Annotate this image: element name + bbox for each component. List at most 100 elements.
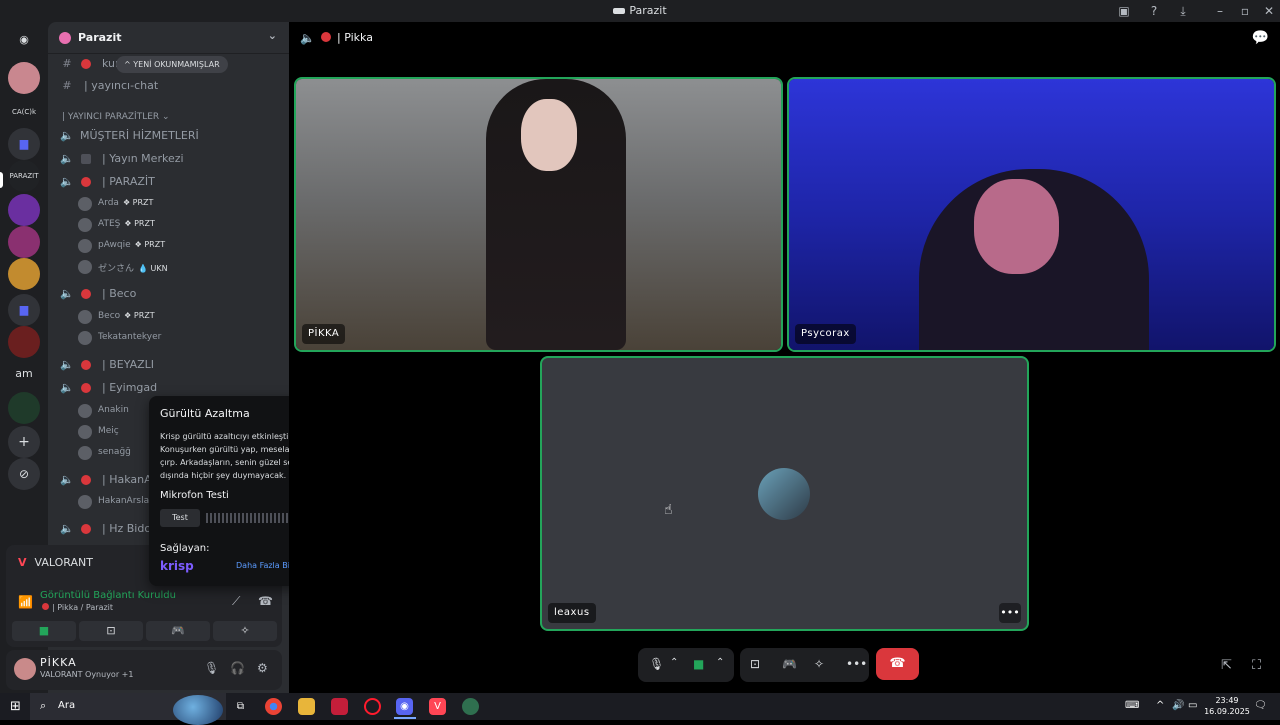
discord-icon[interactable]: ◉	[396, 698, 413, 715]
connection-channel[interactable]: | Pikka / Parazit	[42, 603, 113, 612]
close-button[interactable]: ✕	[1259, 2, 1279, 20]
server-icon[interactable]: am	[8, 358, 40, 390]
file-explorer-icon[interactable]	[298, 698, 315, 715]
discover-icon[interactable]: ⊘	[8, 458, 40, 490]
more-icon[interactable]: •••	[846, 657, 867, 671]
maximize-button[interactable]: ▫	[1235, 2, 1255, 20]
server-icon[interactable]	[8, 62, 40, 94]
video-tile-pikka[interactable]: PİKKA	[296, 79, 781, 350]
hang-up-button[interactable]: ☎	[876, 648, 919, 680]
server-icon[interactable]	[8, 258, 40, 290]
popout-icon[interactable]: ⇱	[1221, 658, 1232, 673]
noise-suppression-icon[interactable]: ⟋	[232, 594, 240, 609]
video-feed	[974, 179, 1059, 274]
window-title: Parazit	[0, 4, 1280, 17]
screen-share-icon[interactable]: ▣	[1114, 2, 1134, 20]
activity-game[interactable]: V VALORANT	[18, 556, 93, 569]
server-icon[interactable]	[8, 326, 40, 358]
keyboard-icon[interactable]: ⌨	[1125, 700, 1139, 711]
camera-icon[interactable]: ■	[693, 657, 704, 671]
network-icon[interactable]: ▭	[1188, 700, 1197, 711]
server-icon[interactable]	[8, 226, 40, 258]
opera-icon[interactable]	[364, 698, 381, 715]
voice-channel-eyimgad[interactable]: 🔈 | Eyimgad	[56, 378, 280, 398]
voice-channel-parazit[interactable]: 🔈 | PARAZİT	[56, 172, 280, 192]
search-icon: ⌕	[40, 699, 47, 712]
microphone-icon[interactable]: 🎙	[204, 661, 219, 675]
user-name[interactable]: PİKKA	[40, 656, 77, 669]
voice-user[interactable]: Tekatantekyer	[78, 329, 288, 347]
help-icon[interactable]: ?	[1144, 2, 1164, 20]
video-tile-psycorax[interactable]: Psycorax	[789, 79, 1274, 350]
server-icon[interactable]	[8, 194, 40, 226]
unread-pill[interactable]: ^ YENİ OKUNMAMIŞLAR	[116, 56, 228, 73]
voice-channel-beyazli[interactable]: 🔈 | BEYAZLI	[56, 355, 280, 375]
voice-user[interactable]: Arda ❖ PRZT	[78, 195, 288, 213]
live-dot	[321, 32, 331, 42]
app-icon[interactable]	[331, 698, 348, 715]
avatar	[78, 425, 92, 439]
popover-title: Gürültü Azaltma	[160, 407, 250, 420]
activity-button[interactable]: 🎮	[146, 621, 210, 641]
voice-channel-beco[interactable]: 🔈 | Beco	[56, 284, 280, 304]
live-dot	[81, 475, 91, 485]
hash-icon: #	[62, 79, 72, 92]
app-icon[interactable]	[462, 698, 479, 715]
camera-button[interactable]: ■	[12, 621, 76, 641]
chevron-up-icon[interactable]: ⌃	[716, 657, 724, 668]
notifications-icon[interactable]: 🗨	[1254, 700, 1267, 711]
discord-app: Parazit ▣ ? ⤓ – ▫ ✕ ◉ CA(C)k ▆ PARAZIT ▆…	[0, 0, 1280, 693]
chevron-up-icon[interactable]: ^	[1156, 700, 1164, 711]
channel-yayinci-chat[interactable]: # | yayıncı-chat	[56, 76, 280, 96]
server-icon-parazit[interactable]: PARAZIT	[8, 160, 40, 192]
speaker-icon: 🔈	[60, 152, 74, 165]
folder-icon[interactable]: ▆	[8, 294, 40, 326]
minimize-button[interactable]: –	[1210, 2, 1230, 20]
server-header[interactable]: Parazit ⌄	[48, 22, 289, 54]
voice-user[interactable]: ゼンさん 💧 UKN	[78, 258, 288, 276]
connection-status[interactable]: Görüntülü Bağlantı Kuruldu	[40, 590, 176, 601]
category-yayinci-parazitler[interactable]: | YAYINCI PARAZİTLER ⌄	[62, 112, 170, 122]
mic-test-button[interactable]: Test	[160, 509, 200, 527]
call-channel-name: | Pikka	[337, 31, 373, 44]
fullscreen-icon[interactable]: ⛶	[1252, 658, 1261, 673]
tv-icon	[81, 154, 91, 164]
microphone-icon[interactable]: 🎙	[649, 657, 664, 671]
headphones-icon[interactable]: 🎧	[230, 661, 245, 675]
soundboard-button[interactable]: ✧	[213, 621, 277, 641]
tile-label: PİKKA	[302, 324, 346, 344]
chrome-icon[interactable]	[265, 698, 282, 715]
more-options-icon[interactable]: •••	[999, 603, 1021, 623]
activity-icon[interactable]: 🎮	[782, 657, 797, 671]
call-area: 🔈 | Pikka 💬 PİKKA Psycorax leaxus ••• ☝ …	[289, 22, 1280, 693]
voice-tile-leaxus[interactable]: leaxus •••	[542, 358, 1027, 629]
gear-icon[interactable]: ⚙	[257, 661, 268, 675]
speaker-icon: 🔈	[60, 358, 74, 371]
task-view-icon[interactable]: ⧉	[232, 698, 249, 715]
download-icon[interactable]: ⤓	[1173, 2, 1193, 20]
voice-user[interactable]: ATEŞ ❖ PRZT	[78, 216, 288, 234]
chevron-up-icon[interactable]: ⌃	[670, 657, 678, 668]
discord-home-icon[interactable]: ◉	[8, 24, 40, 56]
share-screen-button[interactable]: ⊡	[79, 621, 143, 641]
start-icon[interactable]: ⊞	[10, 699, 21, 714]
chat-icon[interactable]: 💬	[1252, 30, 1269, 46]
server-icon[interactable]: CA(C)k	[8, 96, 40, 128]
add-server-icon[interactable]: +	[8, 426, 40, 458]
taskbar-search[interactable]: ⌕ Ara	[30, 693, 226, 725]
server-icon[interactable]	[8, 392, 40, 424]
folder-icon[interactable]: ▆	[8, 128, 40, 160]
avatar[interactable]	[14, 658, 36, 680]
share-screen-icon[interactable]: ⊡	[750, 657, 760, 671]
chevron-down-icon: ⌄	[267, 29, 277, 42]
voice-channel-yayin-merkezi[interactable]: 🔈 | Yayın Merkezi	[56, 149, 280, 169]
valorant-icon[interactable]: V	[429, 698, 446, 715]
volume-icon[interactable]: 🔊	[1172, 700, 1184, 711]
provider-label: Sağlayan:	[160, 543, 210, 554]
soundboard-icon[interactable]: ✧	[814, 657, 824, 671]
voice-user[interactable]: pAwqie ❖ PRZT	[78, 237, 288, 255]
disconnect-icon[interactable]: ☎	[258, 594, 273, 608]
voice-user[interactable]: Beco ❖ PRZT	[78, 308, 288, 326]
clock[interactable]: 23:49 16.09.2025	[1202, 695, 1252, 717]
voice-channel-musteri[interactable]: 🔈 MÜŞTERİ HİZMETLERİ	[56, 126, 280, 146]
